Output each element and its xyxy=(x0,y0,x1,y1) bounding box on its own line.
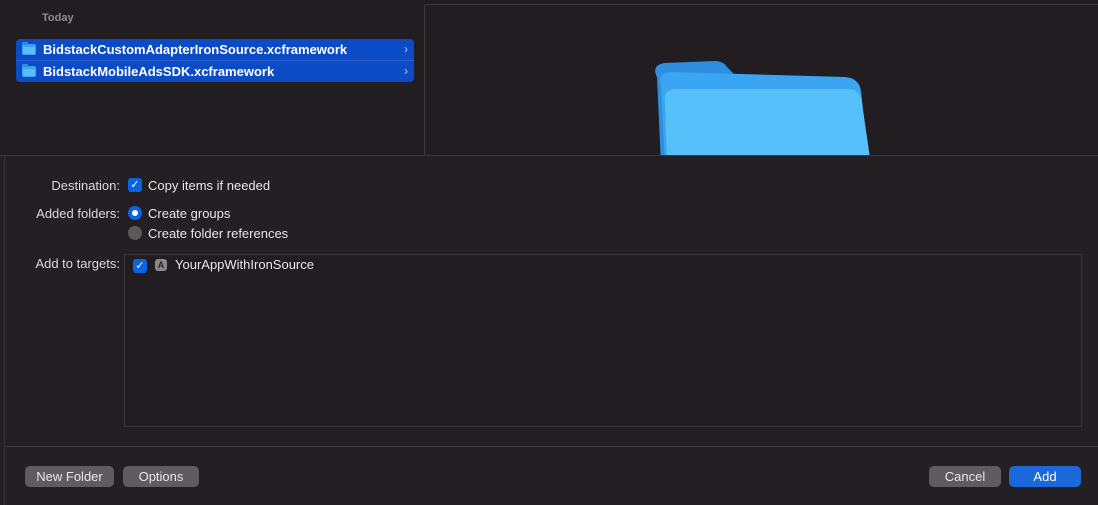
footer-divider xyxy=(5,446,1098,447)
add-to-targets-label: Add to targets: xyxy=(35,256,120,271)
chevron-right-icon: › xyxy=(404,42,408,56)
target-checkbox[interactable]: ✓ xyxy=(133,259,147,273)
options-button[interactable]: Options xyxy=(123,466,199,487)
destination-label: Destination: xyxy=(51,178,120,193)
file-list-column[interactable]: Today BidstackCustomAdapterIronSource.xc… xyxy=(5,5,425,155)
file-name: BidstackMobileAdsSDK.xcframework xyxy=(43,64,275,79)
cancel-button[interactable]: Cancel xyxy=(929,466,1001,487)
copy-items-checkbox[interactable]: ✓ xyxy=(128,178,142,192)
file-name: BidstackCustomAdapterIronSource.xcframew… xyxy=(43,42,348,57)
create-folder-references-radio[interactable] xyxy=(128,226,142,240)
target-name: YourAppWithIronSource xyxy=(175,257,314,272)
added-folders-label: Added folders: xyxy=(36,206,120,221)
file-browser: Today BidstackCustomAdapterIronSource.xc… xyxy=(0,0,1098,156)
add-button[interactable]: Add xyxy=(1009,466,1081,487)
targets-list[interactable]: ✓ A YourAppWithIronSource xyxy=(124,254,1082,427)
copy-items-label[interactable]: Copy items if needed xyxy=(148,178,270,193)
preview-pane xyxy=(425,5,1098,155)
create-groups-radio[interactable] xyxy=(128,206,142,220)
chevron-right-icon: › xyxy=(404,64,408,78)
folder-icon xyxy=(22,64,36,77)
options-panel: Destination: ✓ Copy items if needed Adde… xyxy=(0,156,1098,446)
folder-icon xyxy=(22,42,36,55)
app-target-icon: A xyxy=(155,259,167,271)
file-row[interactable]: BidstackCustomAdapterIronSource.xcframew… xyxy=(16,39,414,61)
new-folder-button[interactable]: New Folder xyxy=(25,466,114,487)
create-folder-references-label[interactable]: Create folder references xyxy=(148,226,288,241)
folder-preview-icon xyxy=(655,61,870,155)
section-header: Today xyxy=(42,12,74,24)
create-groups-label[interactable]: Create groups xyxy=(148,206,230,221)
file-row[interactable]: BidstackMobileAdsSDK.xcframework › xyxy=(16,61,414,82)
